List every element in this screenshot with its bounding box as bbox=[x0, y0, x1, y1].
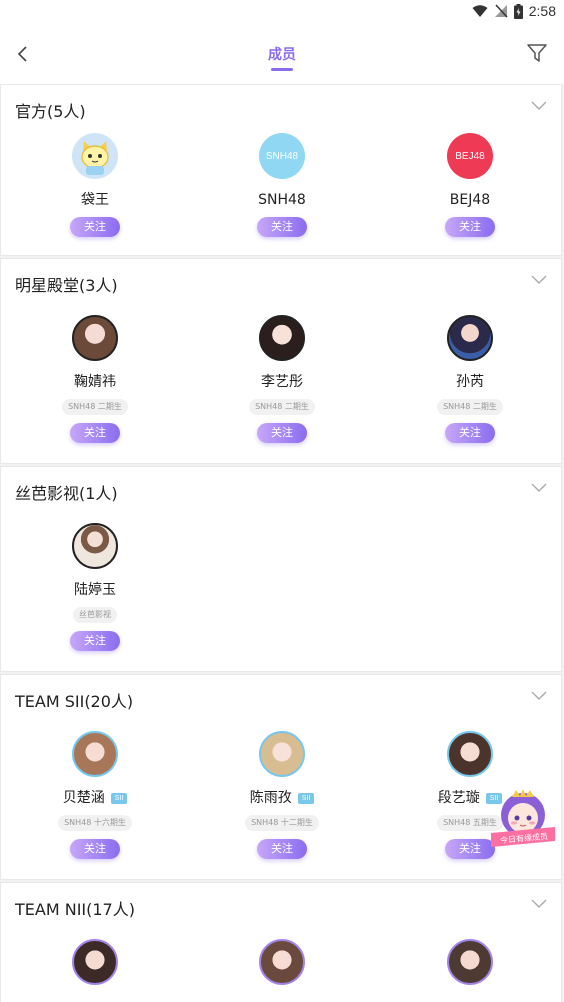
filter-button[interactable] bbox=[526, 42, 550, 64]
daily-member-mascot[interactable]: 今日有缘成员 bbox=[487, 785, 559, 857]
member-tag: SNH48 二期生 bbox=[249, 399, 315, 415]
avatar bbox=[72, 133, 118, 179]
member-name: 陈雨孜 bbox=[249, 790, 292, 806]
avatar bbox=[259, 939, 305, 985]
member-tag: SNH48 十六期生 bbox=[58, 815, 132, 831]
member-card[interactable] bbox=[405, 939, 535, 985]
member-card[interactable]: SNH48 SNH48 关注 bbox=[217, 133, 347, 237]
member-name: BEJ48 bbox=[449, 192, 491, 208]
member-name: 段艺璇 bbox=[437, 790, 480, 806]
member-name: 鞠婧祎 bbox=[74, 374, 116, 390]
member-name: 李艺彤 bbox=[261, 374, 303, 390]
member-tag: 丝芭影视 bbox=[73, 607, 117, 623]
filter-icon bbox=[527, 44, 547, 62]
member-name: 袋王 bbox=[81, 192, 109, 208]
member-name: 陆婷玉 bbox=[74, 582, 116, 598]
member-card[interactable]: 陆婷玉 丝芭影视 关注 bbox=[30, 523, 160, 651]
avatar bbox=[447, 731, 493, 777]
member-card[interactable]: 袋王 关注 bbox=[30, 133, 160, 237]
member-tag: SNH48 二期生 bbox=[437, 399, 503, 415]
member-name: 孙芮 bbox=[456, 374, 484, 390]
member-name: SNH48 bbox=[258, 192, 306, 208]
status-time: 2:58 bbox=[528, 3, 556, 19]
avatar bbox=[447, 939, 493, 985]
avatar bbox=[259, 315, 305, 361]
avatar bbox=[259, 731, 305, 777]
member-card[interactable]: 鞠婧祎 SNH48 二期生 关注 bbox=[30, 315, 160, 443]
section-title: 丝芭影视(1人) bbox=[15, 484, 118, 503]
member-card[interactable]: 贝楚涵 SII SNH48 十六期生 关注 bbox=[30, 731, 160, 859]
chevron-down-icon[interactable] bbox=[531, 899, 547, 909]
page-title: 成员 bbox=[268, 47, 296, 63]
avatar bbox=[72, 939, 118, 985]
title-underline bbox=[271, 68, 293, 71]
team-badge: SII bbox=[297, 793, 315, 804]
team-badge: SII bbox=[110, 793, 128, 804]
member-tag: SNH48 十二期生 bbox=[245, 815, 319, 831]
chevron-down-icon[interactable] bbox=[531, 691, 547, 701]
bej48-logo: BEJ48 bbox=[447, 133, 493, 179]
follow-button[interactable]: 关注 bbox=[70, 839, 120, 859]
status-bar: 2:58 bbox=[0, 0, 564, 24]
follow-button[interactable]: 关注 bbox=[257, 217, 307, 237]
follow-button[interactable]: 关注 bbox=[70, 217, 120, 237]
section-title: TEAM NII(17人) bbox=[15, 900, 135, 919]
chevron-down-icon[interactable] bbox=[531, 275, 547, 285]
follow-button[interactable]: 关注 bbox=[445, 423, 495, 443]
battery-icon bbox=[513, 3, 523, 19]
avatar bbox=[447, 315, 493, 361]
section-title: TEAM SII(20人) bbox=[15, 692, 134, 711]
chevron-down-icon[interactable] bbox=[531, 101, 547, 111]
member-card[interactable]: BEJ48 BEJ48 关注 bbox=[405, 133, 535, 237]
follow-button[interactable]: 关注 bbox=[257, 839, 307, 859]
top-nav-bar: 成员 bbox=[0, 24, 564, 84]
mascot-avatar-icon bbox=[81, 141, 109, 175]
section-title: 官方(5人) bbox=[15, 102, 86, 121]
follow-button[interactable]: 关注 bbox=[257, 423, 307, 443]
section-official: 官方(5人) 袋王 关注 SNH48 SNH48 关注 BEJ48 BEJ48 … bbox=[0, 84, 562, 256]
member-card[interactable]: 李艺彤 SNH48 二期生 关注 bbox=[217, 315, 347, 443]
section-hall-of-fame: 明星殿堂(3人) 鞠婧祎 SNH48 二期生 关注 李艺彤 SNH48 二期生 … bbox=[0, 258, 562, 464]
follow-button[interactable]: 关注 bbox=[70, 631, 120, 651]
section-team-nii: TEAM NII(17人) bbox=[0, 882, 562, 1002]
section-title: 明星殿堂(3人) bbox=[15, 276, 118, 295]
member-tag: SNH48 二期生 bbox=[62, 399, 128, 415]
section-siba-film: 丝芭影视(1人) 陆婷玉 丝芭影视 关注 bbox=[0, 466, 562, 672]
chevron-down-icon[interactable] bbox=[531, 483, 547, 493]
follow-button[interactable]: 关注 bbox=[445, 217, 495, 237]
follow-button[interactable]: 关注 bbox=[70, 423, 120, 443]
signal-icon bbox=[494, 4, 508, 18]
wifi-icon bbox=[472, 4, 488, 17]
member-card[interactable] bbox=[217, 939, 347, 985]
snh48-logo: SNH48 bbox=[259, 133, 305, 179]
snh48-logo-text: SNH48 bbox=[265, 150, 299, 162]
member-list: 官方(5人) 袋王 关注 SNH48 SNH48 关注 BEJ48 BEJ48 … bbox=[0, 84, 564, 1002]
member-card[interactable] bbox=[30, 939, 160, 985]
member-card[interactable]: 孙芮 SNH48 二期生 关注 bbox=[405, 315, 535, 443]
status-icons: 2:58 bbox=[472, 3, 556, 19]
member-card[interactable]: 陈雨孜 SII SNH48 十二期生 关注 bbox=[217, 731, 347, 859]
section-team-sii: TEAM SII(20人) 贝楚涵 SII SNH48 十六期生 关注 陈雨孜 SI… bbox=[0, 674, 562, 880]
member-name: 贝楚涵 bbox=[62, 790, 105, 806]
avatar bbox=[72, 315, 118, 361]
avatar bbox=[72, 731, 118, 777]
bej48-logo-text: BEJ48 bbox=[455, 150, 485, 162]
avatar bbox=[72, 523, 118, 569]
